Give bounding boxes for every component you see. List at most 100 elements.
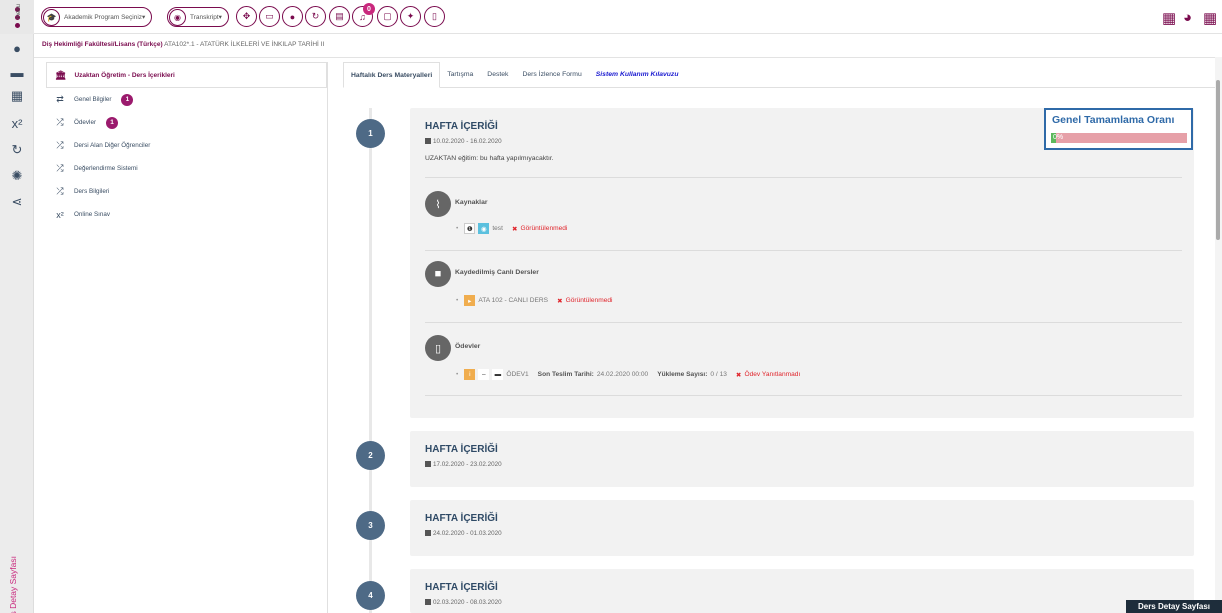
sidebar-item-genel-bilgiler[interactable]: ⇄ Genel Bilgiler 1 xyxy=(46,88,327,111)
sidebar-item-label: Ders Bilgileri xyxy=(74,188,110,195)
section-title: Kaydedilmiş Canlı Dersler xyxy=(455,269,539,276)
deadline-label: Son Teslim Tarihi: xyxy=(537,371,594,378)
play-icon[interactable]: ▸ xyxy=(464,295,476,306)
sidebar-item-label: Online Sınav xyxy=(74,211,111,218)
sidebar-item-other-students[interactable]: ⤮ Dersi Alan Diğer Öğrenciler xyxy=(46,134,327,157)
page-vertical-label: Ders Detay Sayfası xyxy=(8,556,18,613)
transcript-button[interactable]: ◉ Transkript ▾ xyxy=(167,7,229,27)
document-icon[interactable]: ▤ xyxy=(329,6,350,27)
breadcrumb-faculty[interactable]: Diş Hekimliği Fakültesi/Lisans (Türkçe) xyxy=(42,41,163,48)
scrollbar-thumb[interactable] xyxy=(1216,80,1220,240)
book-icon[interactable]: ▬ xyxy=(0,60,34,84)
pin-icon[interactable]: ✦ xyxy=(400,6,421,27)
file-icon: ▯ xyxy=(425,335,451,361)
homework-name[interactable]: ÖDEV1 xyxy=(506,371,528,378)
status-text: Görüntülenmedi xyxy=(565,297,613,304)
refresh-icon[interactable]: ↻ xyxy=(305,6,326,27)
completion-progress-bar: 0% xyxy=(1051,133,1187,143)
close-icon: ✖ xyxy=(557,297,563,305)
week-date-text: 10.02.2020 - 16.02.2020 xyxy=(433,138,502,145)
divider xyxy=(425,177,1182,178)
section-title: Kaynaklar xyxy=(455,199,488,206)
week-card[interactable]: HAFTA İÇERİĞİ 24.02.2020 - 01.03.2020 xyxy=(410,500,1194,556)
count-badge: 1 xyxy=(121,93,134,106)
eye-icon[interactable]: ◉ xyxy=(478,223,490,234)
week-date-text: 02.03.2020 - 08.03.2020 xyxy=(433,599,502,606)
menu-button[interactable]: menu xyxy=(0,0,34,34)
calendar-icon[interactable]: ▦ xyxy=(1162,9,1176,27)
breadcrumb: Diş Hekimliği Fakültesi/Lisans (Türkçe) … xyxy=(42,41,324,48)
sidebar-item-evaluation[interactable]: ⤮ Değerlendirme Sistemi xyxy=(46,157,327,180)
shuffle-icon: ⤮ xyxy=(56,117,64,127)
upload-value: 0 / 13 xyxy=(710,371,727,378)
course-sidebar: 🏛 Uzaktan Öğretim - Ders İçerikleri ⇄ Ge… xyxy=(46,62,328,613)
upload-label: Yükleme Sayısı: xyxy=(657,371,708,378)
paperclip-icon: ⌇ xyxy=(425,191,451,217)
sidebar-item-online-exam[interactable]: x² Online Sınav xyxy=(46,203,327,226)
move-icon[interactable]: ✥ xyxy=(236,6,257,27)
week-date: 24.02.2020 - 01.03.2020 xyxy=(425,530,502,537)
resource-name[interactable]: test xyxy=(492,225,503,232)
divider xyxy=(425,250,1182,251)
page-label-tag: Ders Detay Sayfası xyxy=(1126,600,1222,613)
resource-item[interactable]: • ❶ ◉ test ✖ Görüntülenmedi xyxy=(456,223,567,234)
card-icon[interactable]: ▭ xyxy=(259,6,280,27)
content-tabs: Haftalık Ders Materyalleri Tartışma Dest… xyxy=(343,62,1217,88)
user-icon[interactable]: ● xyxy=(0,36,34,60)
shuffle-icon: ⤮ xyxy=(56,140,64,150)
apps-grid-icon[interactable]: ▦ xyxy=(1203,9,1217,27)
gear-icon[interactable]: ✺ xyxy=(0,164,34,188)
tab-user-guide[interactable]: Sistem Kullanım Kılavuzu xyxy=(589,62,686,87)
file-icon[interactable]: ▯ xyxy=(424,6,445,27)
info-icon[interactable]: ❶ xyxy=(464,223,476,234)
week-title: HAFTA İÇERİĞİ xyxy=(425,444,498,455)
close-icon: ✖ xyxy=(735,371,742,379)
sidebar-item-course-info[interactable]: ⤮ Ders Bilgileri xyxy=(46,180,327,203)
tab-syllabus[interactable]: Ders İzlence Formu xyxy=(515,62,588,87)
week-card[interactable]: HAFTA İÇERİĞİ 02.03.2020 - 08.03.2020 xyxy=(410,569,1194,613)
week-title: HAFTA İÇERİĞİ xyxy=(425,582,498,593)
bell-icon[interactable]: ♫ 0 xyxy=(352,3,375,27)
divider xyxy=(425,395,1182,396)
calendar-icon[interactable]: ▦ xyxy=(0,84,34,108)
divider xyxy=(425,322,1182,323)
tab-weekly-materials[interactable]: Haftalık Ders Materyalleri xyxy=(343,62,441,88)
institution-icon: 🏛 xyxy=(55,69,67,80)
week-date-text: 24.02.2020 - 01.03.2020 xyxy=(433,530,502,537)
superscript-icon[interactable]: x² xyxy=(0,111,34,135)
live-lesson-item[interactable]: • ▸ ATA 102 - CANLI DERS ✖ Görüntülenmed… xyxy=(456,295,613,306)
week-title: HAFTA İÇERİĞİ xyxy=(425,121,498,132)
week-card: HAFTA İÇERİĞİ 10.02.2020 - 16.02.2020 UZ… xyxy=(410,108,1194,418)
graduation-cap-icon: 🎓 xyxy=(43,8,60,26)
notification-badge: 0 xyxy=(363,3,375,15)
completion-rate-panel: Genel Tamamlama Oranı 0% xyxy=(1044,108,1193,150)
program-select[interactable]: 🎓 Akademik Program Seçiniz ▾ xyxy=(41,7,153,27)
week-number: 2 xyxy=(356,441,385,470)
calendar-small-icon[interactable]: ▢ xyxy=(377,6,398,27)
connect-icon: ⇄ xyxy=(56,94,64,104)
shuffle-icon: ⤮ xyxy=(56,186,64,196)
week-card[interactable]: HAFTA İÇERİĞİ 17.02.2020 - 23.02.2020 xyxy=(410,431,1194,487)
week-date-text: 17.02.2020 - 23.02.2020 xyxy=(433,461,502,468)
menu-label: menu xyxy=(16,4,22,20)
comment-icon[interactable]: ▬ xyxy=(492,369,504,380)
close-icon: ✖ xyxy=(511,225,518,233)
sidebar-item-odevler[interactable]: ⤮ Ödevler 1 xyxy=(46,111,327,134)
refresh-icon[interactable]: ↻ xyxy=(0,138,34,162)
sidebar-header[interactable]: 🏛 Uzaktan Öğretim - Ders İçerikleri xyxy=(46,62,327,88)
live-lesson-name[interactable]: ATA 102 - CANLI DERS xyxy=(478,297,548,304)
homework-item[interactable]: • i – ▬ ÖDEV1 Son Teslim Tarihi: 24.02.2… xyxy=(456,369,800,380)
week-note: UZAKTAN eğitim: bu hafta yapılmıyacaktır… xyxy=(425,155,554,162)
status-text: Görüntülenmedi xyxy=(520,225,568,232)
sidebar-item-label: Ödevler xyxy=(74,119,97,126)
user-icon[interactable]: ● xyxy=(282,6,303,27)
tab-discussion[interactable]: Tartışma xyxy=(440,62,480,87)
calendar-icon xyxy=(425,138,431,144)
completion-title: Genel Tamamlama Oranı xyxy=(1052,114,1175,126)
tab-support[interactable]: Destek xyxy=(480,62,515,87)
week-number: 1 xyxy=(356,119,385,148)
minus-icon[interactable]: – xyxy=(478,369,490,380)
share-icon[interactable]: ⋖ xyxy=(0,190,34,214)
info-icon[interactable]: i xyxy=(464,369,476,380)
globe-icon[interactable]: ◕ xyxy=(1183,9,1192,26)
